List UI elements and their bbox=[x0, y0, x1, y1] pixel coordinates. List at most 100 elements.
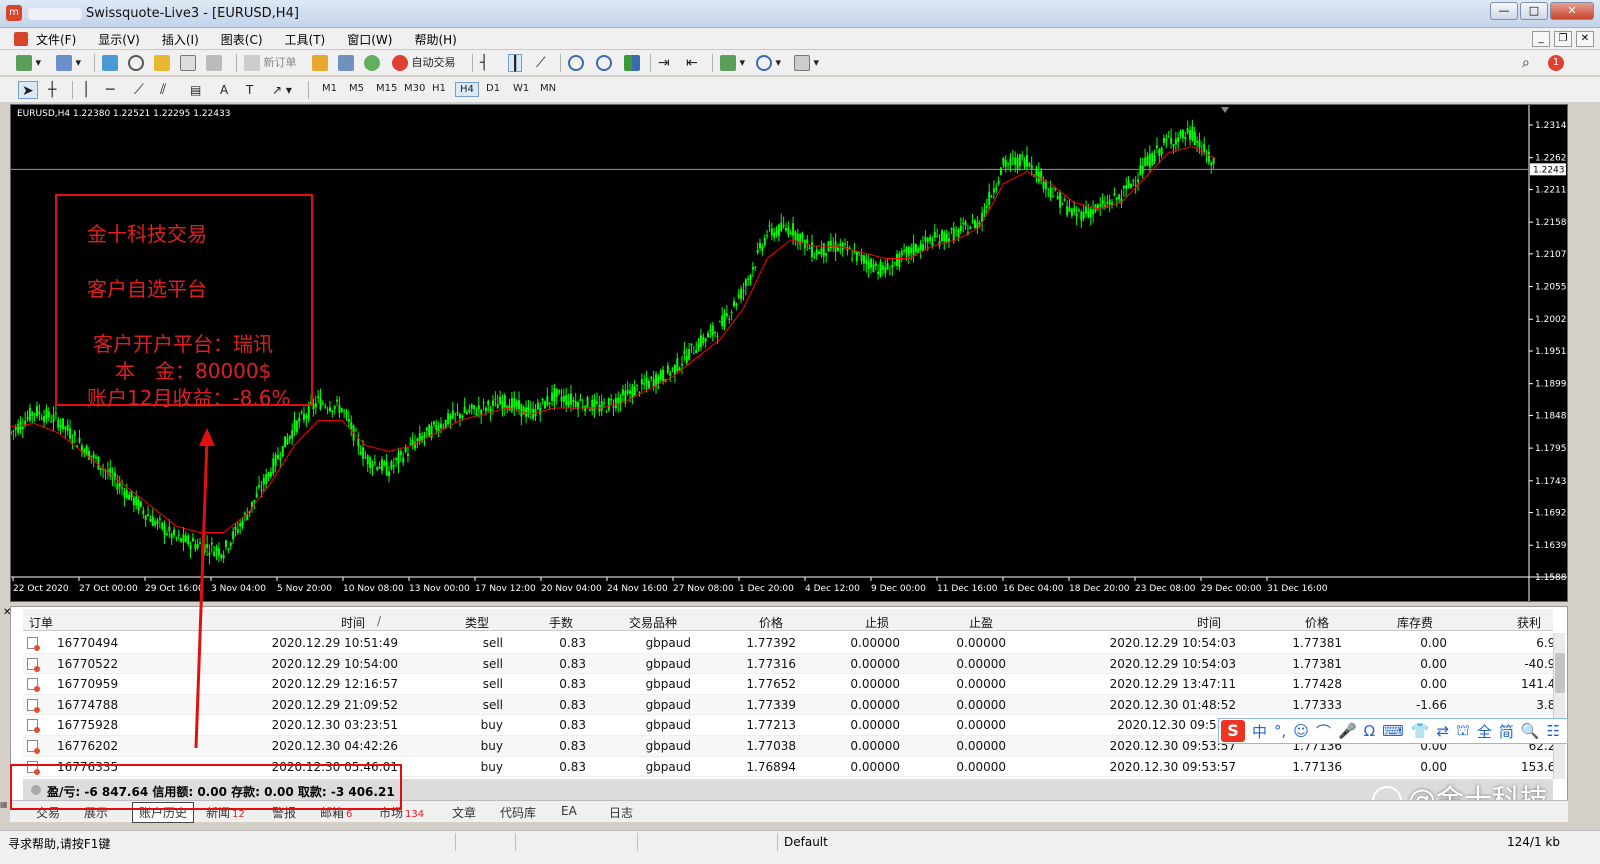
timeframe-d1[interactable]: D1 bbox=[482, 82, 504, 95]
tab-8[interactable]: 代码库 bbox=[500, 804, 536, 821]
new-chart-button[interactable]: ▾ bbox=[16, 54, 41, 72]
mdi-minimize-button[interactable]: _ bbox=[1532, 31, 1550, 47]
col-swap[interactable]: 库存费 bbox=[1397, 614, 1433, 631]
mdi-restore-button[interactable]: ❐ bbox=[1554, 31, 1572, 47]
text-button[interactable]: A bbox=[220, 81, 228, 99]
ime-item-1-icon[interactable]: °, bbox=[1274, 722, 1286, 740]
arrows-button[interactable]: ↗ ▾ bbox=[272, 81, 292, 99]
text-label-button[interactable]: T bbox=[246, 81, 253, 99]
ime-item-7-icon[interactable]: 👕 bbox=[1411, 722, 1430, 740]
ime-item-11-icon[interactable]: 简 bbox=[1499, 721, 1514, 742]
menu-item-6[interactable]: 帮助(H) bbox=[414, 31, 456, 48]
profiles-button[interactable]: ▾ bbox=[56, 54, 81, 72]
timeframe-m30[interactable]: M30 bbox=[400, 82, 429, 95]
bar-chart-button[interactable]: ┤ bbox=[480, 54, 488, 72]
tester-button[interactable] bbox=[206, 54, 222, 72]
terminal-close-icon[interactable]: ✕ bbox=[3, 607, 13, 619]
menu-item-0[interactable]: 文件(F) bbox=[36, 31, 76, 48]
terminal-button[interactable] bbox=[180, 54, 196, 72]
ime-item-4-icon[interactable]: 🎤 bbox=[1338, 722, 1357, 740]
line-chart-button[interactable]: ⟋ bbox=[536, 54, 546, 72]
status-profile[interactable]: Default bbox=[777, 833, 977, 851]
new-order-button[interactable]: 新订单 bbox=[244, 54, 297, 72]
table-row[interactable]: 16770522 2020.12.29 10:54:00 sell 0.83 gbpau… bbox=[23, 653, 1563, 675]
close-button[interactable]: ✕ bbox=[1550, 2, 1594, 20]
table-row[interactable]: 16774788 2020.12.29 21:09:52 sell 0.83 gbpau… bbox=[23, 694, 1563, 716]
menu-item-3[interactable]: 图表(C) bbox=[221, 31, 263, 48]
data-window-button[interactable] bbox=[128, 54, 144, 72]
minimize-button[interactable]: — bbox=[1490, 2, 1518, 20]
col-close-price[interactable]: 价格 bbox=[1305, 614, 1329, 631]
auto-trading-button[interactable]: 自动交易 bbox=[392, 54, 456, 72]
timeframe-w1[interactable]: W1 bbox=[509, 82, 533, 95]
indicators-button[interactable]: ▾ bbox=[720, 54, 745, 72]
ime-item-10-icon[interactable]: 全 bbox=[1477, 721, 1492, 742]
timeframe-m15[interactable]: M15 bbox=[372, 82, 401, 95]
metaeditor-button[interactable] bbox=[312, 54, 328, 72]
ime-item-2-icon[interactable]: ☺ bbox=[1293, 722, 1309, 740]
ime-item-0-icon[interactable]: 中 bbox=[1252, 721, 1267, 742]
chart-shift-button[interactable]: ⇤ bbox=[686, 54, 698, 72]
periods-button[interactable]: ▾ bbox=[756, 54, 781, 72]
col-open-time[interactable]: 时间 bbox=[341, 614, 365, 631]
ime-item-9-icon[interactable]: ⛫ bbox=[1456, 721, 1470, 741]
document-icon[interactable] bbox=[14, 32, 28, 46]
fibonacci-button[interactable]: ▤ bbox=[190, 81, 201, 99]
autoscroll-button[interactable]: ⇥ bbox=[658, 54, 670, 72]
vertical-line-button[interactable]: │ bbox=[82, 81, 90, 99]
menu-item-4[interactable]: 工具(T) bbox=[285, 31, 326, 48]
search-icon[interactable]: ⌕ bbox=[1522, 54, 1530, 72]
menu-item-2[interactable]: 插入(I) bbox=[162, 31, 199, 48]
tile-windows-button[interactable] bbox=[624, 54, 640, 72]
sogou-logo-icon[interactable]: S bbox=[1221, 720, 1245, 742]
mdi-close-button[interactable]: ✕ bbox=[1576, 31, 1594, 47]
zoom-in-button[interactable] bbox=[568, 54, 584, 72]
col-symbol[interactable]: 交易品种 bbox=[629, 614, 677, 631]
ime-item-3-icon[interactable]: ⌒ bbox=[1316, 721, 1331, 742]
col-lots[interactable]: 手数 bbox=[549, 614, 573, 631]
timeframe-m1[interactable]: M1 bbox=[318, 82, 341, 95]
ime-item-8-icon[interactable]: ⇄ bbox=[1436, 722, 1449, 740]
ime-item-6-icon[interactable]: ⌨ bbox=[1382, 722, 1404, 740]
tab-9[interactable]: EA bbox=[561, 804, 577, 818]
ime-item-13-icon[interactable]: ☷ bbox=[1547, 722, 1560, 740]
tab-7[interactable]: 文章 bbox=[452, 804, 476, 821]
cursor-button[interactable]: ➤ bbox=[18, 81, 38, 99]
zoom-out-button[interactable] bbox=[596, 54, 612, 72]
ime-toolbar[interactable]: S 中 °, ☺ ⌒ 🎤 Ω ⌨ 👕 ⇄ ⛫ 全简 🔍 ☷ bbox=[1218, 718, 1568, 744]
table-row[interactable]: 16770959 2020.12.29 12:16:57 sell 0.83 gbpau… bbox=[23, 674, 1563, 695]
price-chart[interactable]: 1.23145 1.22620 1.22110 1.21585 1.21075 1.205… bbox=[10, 104, 1568, 602]
market-watch-button[interactable] bbox=[102, 54, 118, 72]
scrollbar-thumb[interactable] bbox=[1555, 653, 1565, 693]
ime-item-12-icon[interactable]: 🔍 bbox=[1521, 722, 1540, 740]
timeframe-h1[interactable]: H1 bbox=[428, 82, 450, 95]
menu-item-1[interactable]: 显示(V) bbox=[98, 31, 140, 48]
maximize-button[interactable]: □ bbox=[1520, 2, 1548, 20]
col-sl[interactable]: 止损 bbox=[865, 614, 889, 631]
col-profit[interactable]: 获利 bbox=[1517, 614, 1541, 631]
navigator-button[interactable] bbox=[154, 54, 170, 72]
candlestick-button[interactable]: ┃ bbox=[508, 54, 523, 72]
col-order[interactable]: 订单 bbox=[29, 614, 53, 631]
col-type[interactable]: 类型 bbox=[465, 614, 489, 631]
timeframe-mn[interactable]: MN bbox=[536, 82, 560, 95]
col-tp[interactable]: 止盈 bbox=[969, 614, 993, 631]
status-connection[interactable]: 124/1 kb bbox=[1507, 835, 1560, 849]
terminal-scrollbar[interactable] bbox=[1553, 633, 1565, 779]
timeframe-m5[interactable]: M5 bbox=[345, 82, 368, 95]
trendline-button[interactable]: ⟋ bbox=[134, 81, 144, 99]
horizontal-line-button[interactable]: ─ bbox=[106, 81, 114, 99]
col-close-time[interactable]: 时间 bbox=[1197, 614, 1221, 631]
crosshair-button[interactable]: ┼ bbox=[48, 81, 56, 99]
timeframe-h4[interactable]: H4 bbox=[455, 82, 479, 97]
templates-button[interactable]: ▾ bbox=[794, 54, 819, 72]
menu-item-5[interactable]: 窗口(W) bbox=[347, 31, 392, 48]
table-row[interactable]: 16770494 2020.12.29 10:51:49 sell 0.83 gbpau… bbox=[23, 633, 1563, 654]
ime-item-5-icon[interactable]: Ω bbox=[1364, 722, 1375, 740]
tab-10[interactable]: 日志 bbox=[609, 804, 633, 821]
signals-button[interactable] bbox=[338, 54, 354, 72]
vps-button[interactable] bbox=[364, 54, 380, 72]
notifications-icon[interactable]: 1 bbox=[1548, 54, 1564, 72]
col-price[interactable]: 价格 bbox=[759, 614, 783, 631]
channel-button[interactable]: ⫽ bbox=[160, 81, 166, 99]
